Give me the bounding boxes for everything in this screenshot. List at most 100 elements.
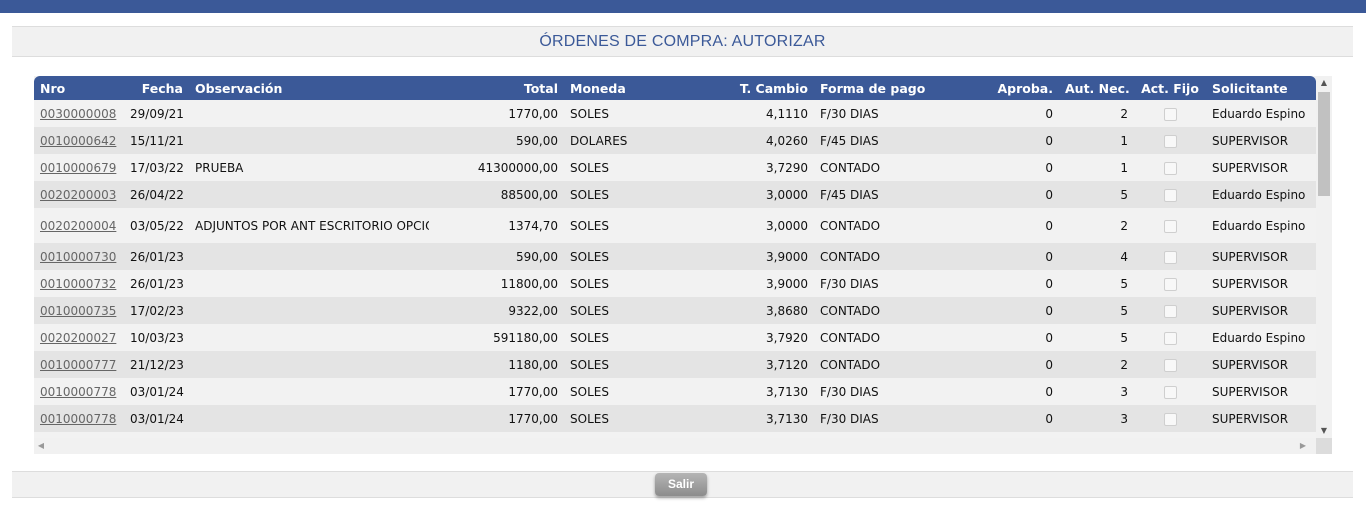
solicitante-cell: Eduardo Espino [1206, 181, 1316, 208]
col-header-aproba[interactable]: Aproba. [929, 76, 1059, 100]
observacion-cell: PRUEBA [189, 154, 429, 181]
col-header-forma-pago[interactable]: Forma de pago [814, 76, 929, 100]
table-row[interactable]: 0030000008 29/09/21 1770,00 SOLES 4,1110 F/30… [34, 100, 1316, 127]
act-fijo-checkbox[interactable] [1163, 219, 1177, 233]
moneda-cell: SOLES [564, 270, 664, 297]
solicitante-cell: SUPERVISOR [1206, 297, 1316, 324]
table-row[interactable]: 0010000778 03/01/24 1770,00 SOLES 3,7130 F/30… [34, 378, 1316, 405]
act-fijo-checkbox[interactable] [1163, 134, 1177, 148]
act-fijo-checkbox[interactable] [1163, 107, 1177, 121]
table-row[interactable]: 0010000679 17/03/22 PRUEBA 41300000,00 SOLES… [34, 154, 1316, 181]
nro-cell: 0010000735 [34, 297, 124, 324]
act-fijo-checkbox[interactable] [1163, 412, 1177, 426]
title-bar: ÓRDENES DE COMPRA: AUTORIZAR [12, 26, 1353, 57]
nro-cell: 0010000730 [34, 243, 124, 270]
solicitante-cell: Eduardo Espino [1206, 100, 1316, 127]
aut-nec-cell: 1 [1059, 154, 1134, 181]
table-row[interactable]: 0010000730 26/01/23 590,00 SOLES 3,9000 CONTA… [34, 243, 1316, 270]
col-header-total[interactable]: Total [429, 76, 564, 100]
table-row[interactable]: 0020200027 10/03/23 591180,00 SOLES 3,7920 CO… [34, 324, 1316, 351]
salir-button[interactable]: Salir [655, 473, 707, 496]
col-header-moneda[interactable]: Moneda [564, 76, 664, 100]
page-title: ÓRDENES DE COMPRA: AUTORIZAR [539, 33, 826, 50]
aut-nec-cell: 3 [1059, 405, 1134, 432]
col-header-observacion[interactable]: Observación [189, 76, 429, 100]
forma-pago-cell: F/30 DIAS [814, 378, 929, 405]
table-row[interactable]: 0010000777 21/12/23 1180,00 SOLES 3,7120 CONT… [34, 351, 1316, 378]
table-row[interactable]: 0010000642 15/11/21 590,00 DOLARES 4,0260 F/4… [34, 127, 1316, 154]
tcambio-cell: 3,8680 [664, 297, 814, 324]
order-number-link[interactable]: 0020200004 [40, 219, 116, 233]
aproba-cell: 0 [929, 351, 1059, 378]
table-row[interactable]: 0010000732 26/01/23 11800,00 SOLES 3,9000 F/3… [34, 270, 1316, 297]
col-header-fecha[interactable]: Fecha [124, 76, 189, 100]
aproba-cell: 0 [929, 154, 1059, 181]
order-number-link[interactable]: 0010000777 [40, 358, 116, 372]
scroll-thumb[interactable] [1318, 92, 1330, 196]
aut-nec-cell: 1 [1059, 127, 1134, 154]
col-header-solicitante[interactable]: Solicitante [1206, 76, 1316, 100]
aproba-cell: 0 [929, 324, 1059, 351]
act-fijo-cell [1134, 154, 1206, 181]
table-row[interactable]: 0020200003 26/04/22 88500,00 SOLES 3,0000 F/4… [34, 181, 1316, 208]
act-fijo-cell [1134, 405, 1206, 432]
triangle-right-icon[interactable]: ▶ [1296, 438, 1310, 454]
header-row: Nro Fecha Observación Total Moneda T. Ca… [34, 76, 1316, 100]
total-cell: 1770,00 [429, 405, 564, 432]
act-fijo-checkbox[interactable] [1163, 304, 1177, 318]
nro-cell: 0010000777 [34, 351, 124, 378]
act-fijo-checkbox[interactable] [1163, 161, 1177, 175]
act-fijo-cell [1134, 181, 1206, 208]
observacion-cell [189, 127, 429, 154]
act-fijo-cell [1134, 297, 1206, 324]
horizontal-scrollbar[interactable]: ◀ ▶ [34, 438, 1316, 454]
col-header-nro[interactable]: Nro [34, 76, 124, 100]
act-fijo-checkbox[interactable] [1163, 277, 1177, 291]
order-number-link[interactable]: 0010000778 [40, 412, 116, 426]
act-fijo-checkbox[interactable] [1163, 358, 1177, 372]
order-number-link[interactable]: 0020200003 [40, 188, 116, 202]
order-number-link[interactable]: 0010000679 [40, 161, 116, 175]
order-number-link[interactable]: 0020200027 [40, 331, 116, 345]
act-fijo-cell [1134, 324, 1206, 351]
fecha-cell: 10/03/23 [124, 324, 189, 351]
observacion-cell [189, 351, 429, 378]
aut-nec-cell: 2 [1059, 100, 1134, 127]
order-number-link[interactable]: 0010000642 [40, 134, 116, 148]
triangle-down-icon[interactable]: ▼ [1316, 424, 1332, 438]
table-row[interactable]: 0010000778 03/01/24 1770,00 SOLES 3,7130 F/30… [34, 405, 1316, 432]
aproba-cell: 0 [929, 208, 1059, 243]
act-fijo-checkbox[interactable] [1163, 385, 1177, 399]
total-cell: 41300000,00 [429, 154, 564, 181]
grid-viewport[interactable]: Nro Fecha Observación Total Moneda T. Ca… [34, 76, 1316, 438]
order-number-link[interactable]: 0010000778 [40, 385, 116, 399]
act-fijo-cell [1134, 378, 1206, 405]
order-number-link[interactable]: 0010000735 [40, 304, 116, 318]
footer-bar: Salir [12, 471, 1353, 498]
act-fijo-checkbox[interactable] [1163, 188, 1177, 202]
table-row[interactable]: 0020200004 03/05/22 ADJUNTOS POR ANT ESCRI… [34, 208, 1316, 243]
solicitante-cell: SUPERVISOR [1206, 243, 1316, 270]
forma-pago-cell: CONTADO [814, 297, 929, 324]
col-header-aut-nec[interactable]: Aut. Nec. [1059, 76, 1134, 100]
observacion-cell [189, 405, 429, 432]
aut-nec-cell: 2 [1059, 351, 1134, 378]
order-number-link[interactable]: 0010000732 [40, 277, 116, 291]
order-number-link[interactable]: 0030000008 [40, 107, 116, 121]
solicitante-cell: SUPERVISOR [1206, 351, 1316, 378]
tcambio-cell: 3,7120 [664, 351, 814, 378]
total-cell: 88500,00 [429, 181, 564, 208]
col-header-tcambio[interactable]: T. Cambio [664, 76, 814, 100]
tcambio-cell: 3,0000 [664, 208, 814, 243]
table-row[interactable]: 0010000735 17/02/23 9322,00 SOLES 3,8680 CONT… [34, 297, 1316, 324]
aut-nec-cell: 5 [1059, 297, 1134, 324]
vertical-scrollbar[interactable]: ▲ ▼ [1316, 76, 1332, 438]
triangle-up-icon[interactable]: ▲ [1316, 76, 1332, 90]
act-fijo-checkbox[interactable] [1163, 331, 1177, 345]
triangle-left-icon[interactable]: ◀ [34, 438, 48, 454]
col-header-act-fijo[interactable]: Act. Fijo [1134, 76, 1206, 100]
solicitante-cell: SUPERVISOR [1206, 378, 1316, 405]
act-fijo-checkbox[interactable] [1163, 250, 1177, 264]
order-number-link[interactable]: 0010000730 [40, 250, 116, 264]
tcambio-cell: 3,7130 [664, 405, 814, 432]
